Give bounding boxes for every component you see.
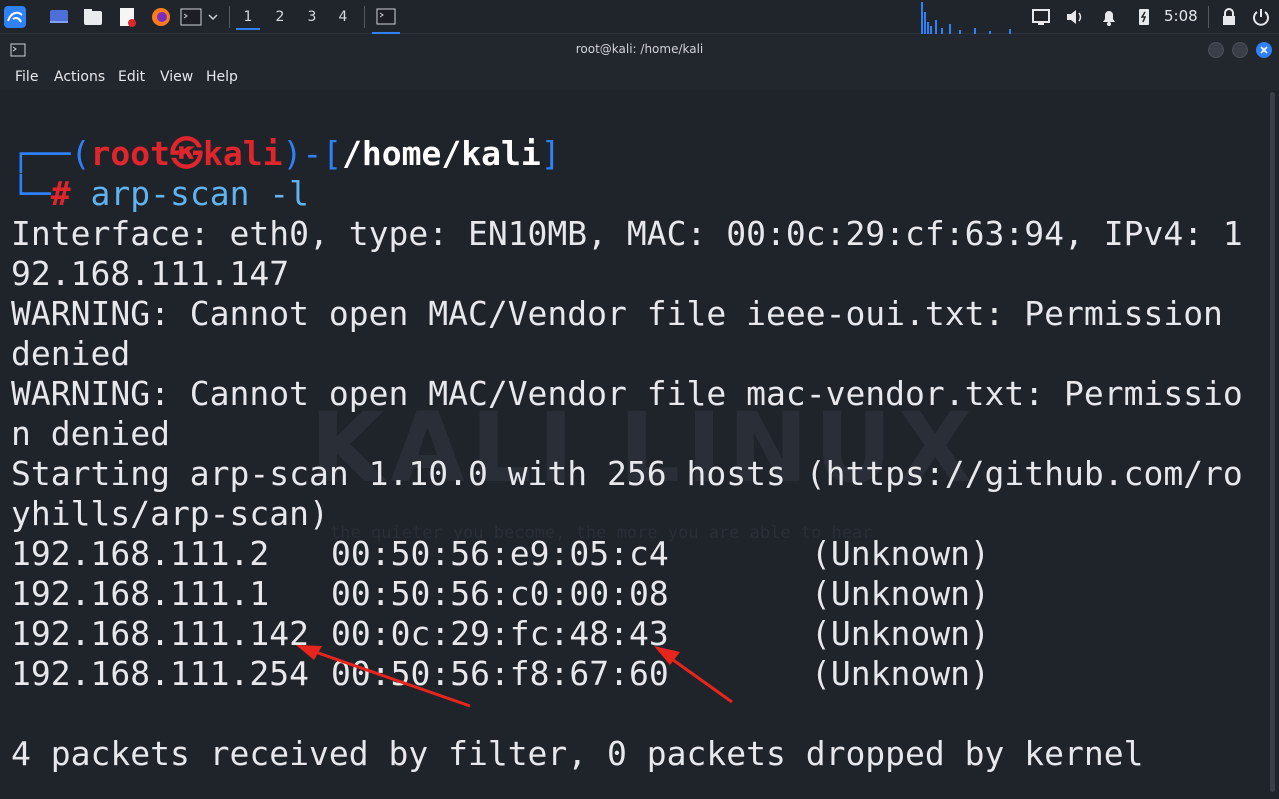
workspace-4[interactable]: 4	[331, 6, 355, 28]
lock-screen-icon[interactable]	[1218, 6, 1240, 28]
file-manager-icon[interactable]	[82, 6, 104, 28]
close-icon	[1260, 46, 1268, 54]
annotation-arrow-mac	[654, 646, 733, 704]
show-desktop-icon[interactable]	[48, 6, 70, 28]
panel-clock[interactable]: 5:08	[1164, 7, 1198, 25]
minimize-button[interactable]	[1208, 42, 1224, 58]
panel-separator	[364, 6, 365, 28]
annotation-arrow-ip	[296, 645, 471, 708]
notifications-bell-icon[interactable]	[1098, 6, 1120, 28]
display-icon[interactable]	[1030, 6, 1052, 28]
power-icon[interactable]	[1250, 6, 1272, 28]
kali-menu-icon[interactable]	[4, 6, 26, 28]
workspace-1[interactable]: 1	[236, 6, 260, 30]
window-title: root@kali: /home/kali	[575, 42, 704, 56]
workspace-2[interactable]: 2	[268, 6, 292, 28]
panel-separator	[1208, 6, 1209, 28]
top-panel: 1 2 3 4 5:08	[0, 0, 1279, 34]
workspace-3[interactable]: 3	[300, 6, 324, 28]
menu-edit[interactable]: Edit	[118, 69, 145, 85]
panel-separator	[229, 6, 230, 28]
window-titlebar[interactable]: root@kali: /home/kali	[0, 34, 1279, 66]
text-editor-icon[interactable]	[116, 6, 138, 28]
menu-file[interactable]: File	[15, 69, 38, 85]
cpu-graph-icon	[920, 2, 1030, 34]
terminal-task-icon[interactable]	[372, 6, 400, 34]
menu-help[interactable]: Help	[206, 69, 238, 85]
annotation-arrows	[296, 645, 733, 708]
terminal-output[interactable]: KALI LINUX the quieter you become, the m…	[0, 90, 1279, 799]
menu-actions[interactable]: Actions	[54, 69, 105, 85]
chevron-down-icon[interactable]	[205, 6, 221, 28]
terminal-launcher-icon[interactable]	[180, 6, 202, 28]
firefox-icon[interactable]	[150, 6, 172, 28]
close-button[interactable]	[1256, 42, 1272, 58]
battery-charging-icon[interactable]	[1133, 6, 1155, 28]
volume-icon[interactable]	[1064, 6, 1086, 28]
menu-bar: File Actions Edit View Help	[0, 66, 1279, 90]
menu-view[interactable]: View	[160, 69, 193, 85]
maximize-button[interactable]	[1232, 42, 1248, 58]
